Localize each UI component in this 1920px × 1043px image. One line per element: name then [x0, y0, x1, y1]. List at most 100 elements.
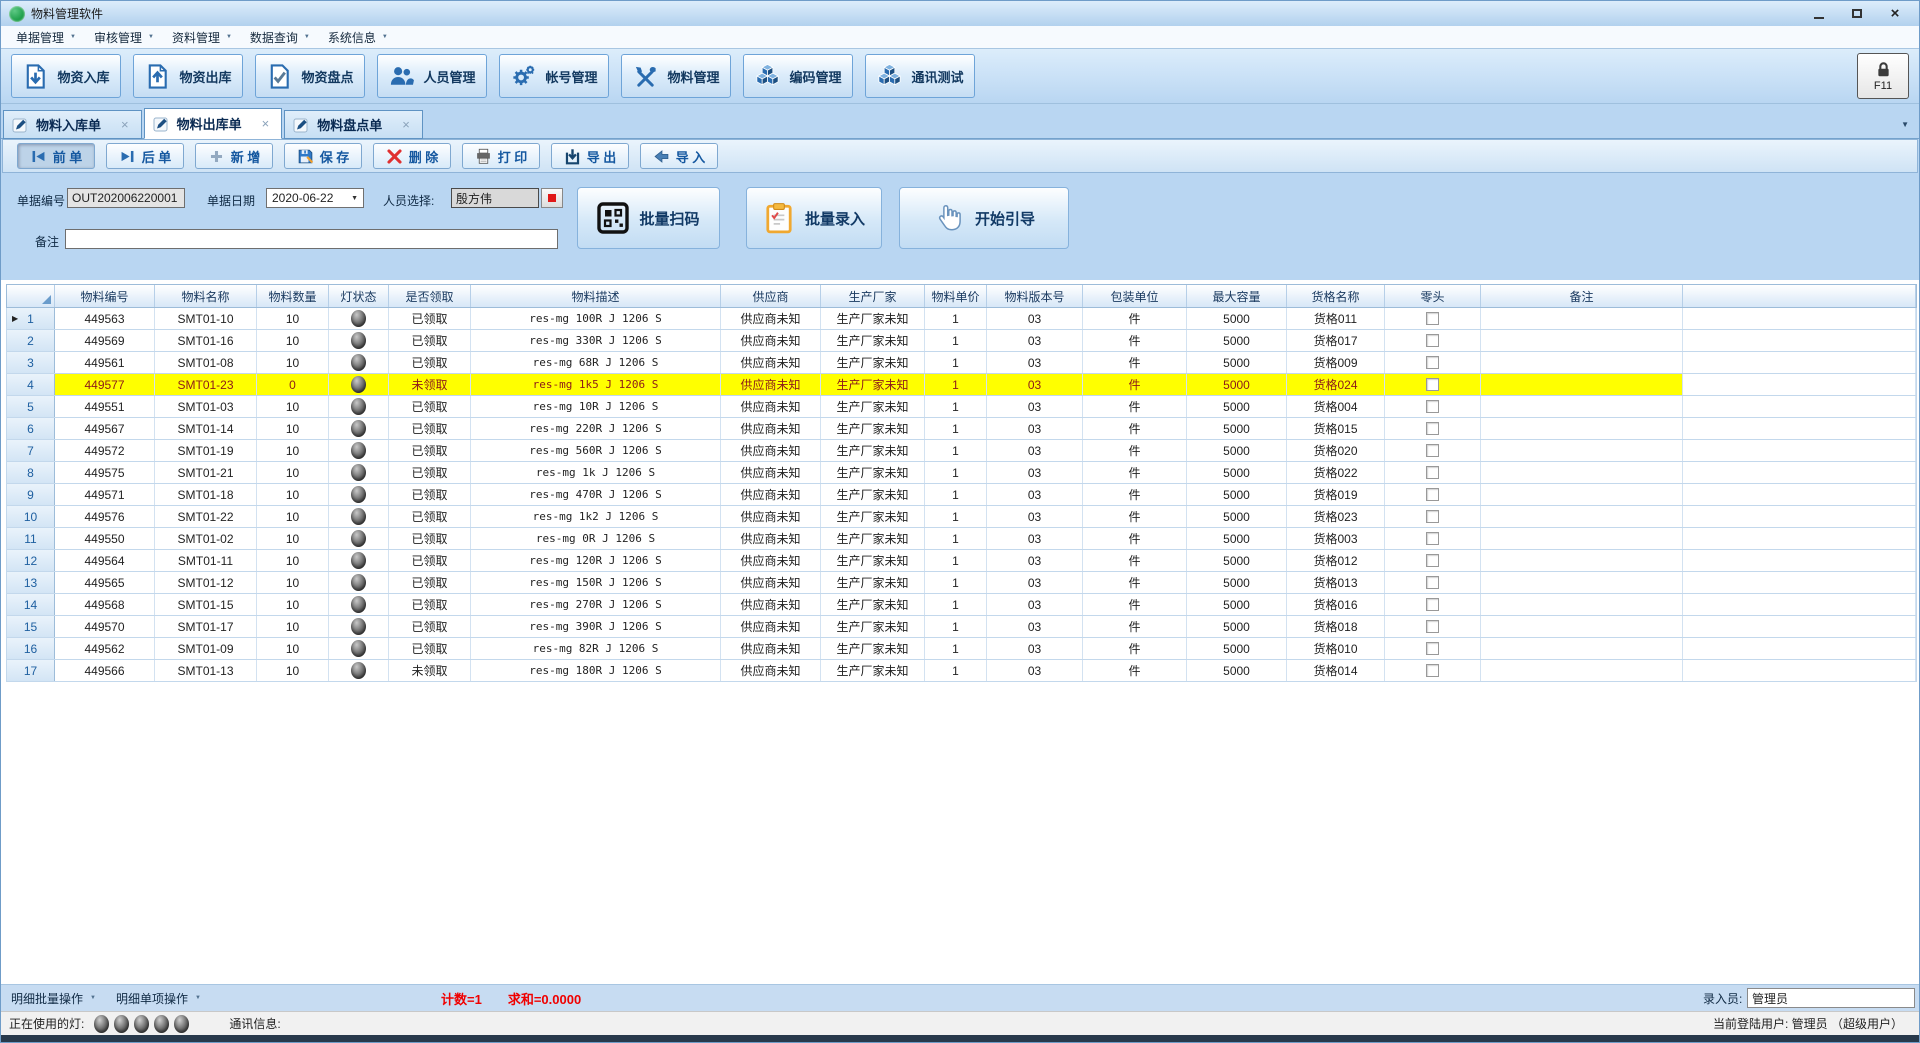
comm-test-button[interactable]: 通讯测试: [865, 54, 975, 98]
menu-item-data-manage[interactable]: 资料管理▼: [163, 27, 241, 48]
fragment-checkbox[interactable]: [1426, 400, 1439, 413]
fragment-checkbox[interactable]: [1426, 312, 1439, 325]
column-header-note[interactable]: 备注: [1481, 285, 1683, 307]
table-row[interactable]: 2449569SMT01-1610已领取res-mg 330R J 1206 S…: [6, 330, 1917, 352]
column-header-supplier[interactable]: 供应商: [721, 285, 821, 307]
table-row[interactable]: 16449562SMT01-0910已领取res-mg 82R J 1206 S…: [6, 638, 1917, 660]
column-header-qty[interactable]: 物料数量: [257, 285, 329, 307]
table-row[interactable]: 5449551SMT01-0310已领取res-mg 10R J 1206 S供…: [6, 396, 1917, 418]
note-input[interactable]: [65, 229, 558, 249]
menu-item-system-info[interactable]: 系统信息▼: [319, 27, 397, 48]
print-button[interactable]: 打 印: [462, 143, 540, 169]
detail-batch-ops-dropdown[interactable]: 明细批量操作 ▼: [1, 990, 106, 1007]
tab-close-icon[interactable]: ×: [121, 117, 129, 132]
tab-close-icon[interactable]: ×: [262, 116, 270, 131]
table-row[interactable]: 6449567SMT01-1410已领取res-mg 220R J 1206 S…: [6, 418, 1917, 440]
export-button[interactable]: 导 出: [551, 143, 629, 169]
start-guide-button[interactable]: 开始引导: [899, 187, 1069, 249]
tabstrip-chevron-down-icon[interactable]: ▼: [1901, 120, 1909, 129]
tab-inbound-order[interactable]: 物料入库单×: [3, 110, 142, 139]
column-header-desc[interactable]: 物料描述: [471, 285, 721, 307]
material-outbound-button[interactable]: 物资出库: [133, 54, 243, 98]
add-new-button[interactable]: 新 增: [195, 143, 273, 169]
fragment-checkbox[interactable]: [1426, 598, 1439, 611]
maximize-button[interactable]: [1849, 6, 1865, 22]
account-manage-button[interactable]: 帐号管理: [499, 54, 609, 98]
minimize-button[interactable]: [1811, 6, 1827, 22]
table-row[interactable]: 10449576SMT01-2210已领取res-mg 1k2 J 1206 S…: [6, 506, 1917, 528]
fragment-checkbox[interactable]: [1426, 510, 1439, 523]
table-row[interactable]: 8449575SMT01-2110已领取res-mg 1k J 1206 S供应…: [6, 462, 1917, 484]
tab-stockcheck-order[interactable]: 物料盘点单×: [284, 110, 423, 139]
delete-button[interactable]: 删 除: [373, 143, 451, 169]
column-header-code[interactable]: 物料编号: [55, 285, 155, 307]
column-header-unit[interactable]: 包装单位: [1083, 285, 1187, 307]
menu-item-doc-manage[interactable]: 单据管理▼: [7, 27, 85, 48]
cell-note: [1481, 440, 1683, 461]
cell-code: 449577: [55, 374, 155, 395]
column-header-rack[interactable]: 货格名称: [1287, 285, 1385, 307]
doc-no-input[interactable]: [67, 188, 185, 208]
code-manage-button[interactable]: 编码管理: [743, 54, 853, 98]
fragment-checkbox[interactable]: [1426, 664, 1439, 677]
import-button[interactable]: 导 入: [640, 143, 718, 169]
cell-taken: 已领取: [389, 506, 471, 527]
person-input[interactable]: [451, 188, 539, 208]
column-header-tail[interactable]: [1683, 285, 1916, 307]
fragment-checkbox[interactable]: [1426, 488, 1439, 501]
column-header-maker[interactable]: 生产厂家: [821, 285, 925, 307]
column-header-version[interactable]: 物料版本号: [987, 285, 1083, 307]
fragment-checkbox[interactable]: [1426, 532, 1439, 545]
doc-date-select[interactable]: 2020-06-22 ▼: [266, 188, 364, 208]
column-header-light[interactable]: 灯状态: [329, 285, 389, 307]
table-row[interactable]: 15449570SMT01-1710已领取res-mg 390R J 1206 …: [6, 616, 1917, 638]
batch-entry-button[interactable]: 批量录入: [746, 187, 882, 249]
table-row[interactable]: 7449572SMT01-1910已领取res-mg 560R J 1206 S…: [6, 440, 1917, 462]
column-header-taken[interactable]: 是否领取: [389, 285, 471, 307]
column-header-frag[interactable]: 零头: [1385, 285, 1481, 307]
stock-check-button[interactable]: 物资盘点: [255, 54, 365, 98]
fragment-checkbox[interactable]: [1426, 444, 1439, 457]
fragment-checkbox[interactable]: [1426, 378, 1439, 391]
material-manage-button[interactable]: 物料管理: [621, 54, 731, 98]
column-header-price[interactable]: 物料单价: [925, 285, 987, 307]
table-row[interactable]: 4449577SMT01-230未领取res-mg 1k5 J 1206 S供应…: [6, 374, 1917, 396]
close-button[interactable]: ×: [1887, 6, 1903, 22]
column-header-rownum[interactable]: [7, 285, 55, 307]
personnel-manage-button[interactable]: 人员管理: [377, 54, 487, 98]
table-row[interactable]: 9449571SMT01-1810已领取res-mg 470R J 1206 S…: [6, 484, 1917, 506]
column-header-name[interactable]: 物料名称: [155, 285, 257, 307]
table-row[interactable]: 14449568SMT01-1510已领取res-mg 270R J 1206 …: [6, 594, 1917, 616]
table-row[interactable]: 17449566SMT01-1310未领取res-mg 180R J 1206 …: [6, 660, 1917, 682]
tab-outbound-order[interactable]: 物料出库单×: [144, 108, 283, 139]
fragment-checkbox[interactable]: [1426, 620, 1439, 633]
lock-f11-button[interactable]: F11: [1857, 53, 1909, 99]
person-pick-button[interactable]: [541, 188, 563, 208]
material-inbound-button[interactable]: 物资入库: [11, 54, 121, 98]
table-row[interactable]: 12449564SMT01-1110已领取res-mg 120R J 1206 …: [6, 550, 1917, 572]
fragment-checkbox[interactable]: [1426, 356, 1439, 369]
fragment-checkbox[interactable]: [1426, 554, 1439, 567]
tab-close-icon[interactable]: ×: [402, 117, 410, 132]
next-record-button[interactable]: 后 单: [106, 143, 184, 169]
save-button[interactable]: 保 存: [284, 143, 362, 169]
recorder-input[interactable]: [1747, 988, 1915, 1008]
batch-scan-button[interactable]: 批量扫码: [577, 187, 720, 249]
cell-rack: 货格009: [1287, 352, 1385, 373]
fragment-checkbox[interactable]: [1426, 422, 1439, 435]
menu-item-audit-manage[interactable]: 审核管理▼: [85, 27, 163, 48]
table-row[interactable]: ▶1449563SMT01-1010已领取res-mg 100R J 1206 …: [6, 308, 1917, 330]
table-row[interactable]: 13449565SMT01-1210已领取res-mg 150R J 1206 …: [6, 572, 1917, 594]
table-row[interactable]: 3449561SMT01-0810已领取res-mg 68R J 1206 S供…: [6, 352, 1917, 374]
cell-name: SMT01-09: [155, 638, 257, 659]
table-row[interactable]: 11449550SMT01-0210已领取res-mg 0R J 1206 S供…: [6, 528, 1917, 550]
fragment-checkbox[interactable]: [1426, 642, 1439, 655]
fragment-checkbox[interactable]: [1426, 334, 1439, 347]
fragment-checkbox[interactable]: [1426, 466, 1439, 479]
prev-record-button[interactable]: 前 单: [17, 143, 95, 169]
column-header-capacity[interactable]: 最大容量: [1187, 285, 1287, 307]
menu-item-data-query[interactable]: 数据查询▼: [241, 27, 319, 48]
detail-single-ops-dropdown[interactable]: 明细单项操作 ▼: [106, 990, 211, 1007]
cell-name: SMT01-16: [155, 330, 257, 351]
fragment-checkbox[interactable]: [1426, 576, 1439, 589]
